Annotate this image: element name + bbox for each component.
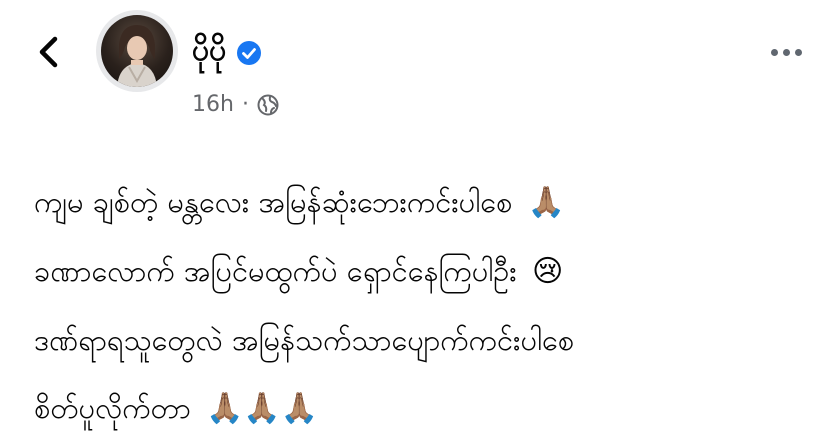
post-line-text: ကျမ ချစ်တဲ့ မန္တလေး အမြန်ဆုံးဘေးကင်းပါစေ [34, 185, 513, 219]
avatar-image [101, 15, 173, 87]
post-line: ခဏာလောက် အပြင်မထွက်ပဲ ရှောင်နေကြပါဦး 😢 [34, 237, 814, 306]
post-line: ကျမ ချစ်တဲ့ မန္တလေး အမြန်ဆုံးဘေးကင်းပါစေ… [34, 168, 814, 237]
more-dot-icon [770, 48, 778, 56]
post-line-text: စိတ်ပူလိုက်တာ [34, 391, 191, 425]
back-button[interactable] [30, 32, 66, 72]
avatar[interactable] [96, 10, 178, 92]
folded-hands-emoji: 🙏🏽 [527, 185, 565, 220]
more-dot-icon [794, 48, 802, 56]
folded-hands-emoji: 🙏🏽🙏🏽🙏🏽 [206, 391, 319, 426]
verified-badge-icon [236, 40, 262, 66]
globe-icon[interactable] [257, 94, 279, 116]
crying-face-emoji: 😢 [531, 254, 564, 289]
meta-separator: · [241, 92, 249, 117]
post-line: ဒဏ်ရာရသူတွေလဲ အမြန်သက်သာပျောက်ကင်းပါစေ [34, 306, 814, 374]
post-timestamp[interactable]: 16h [192, 92, 234, 117]
chevron-left-icon [39, 36, 58, 68]
more-dot-icon [782, 48, 790, 56]
post-line-text: ဒဏ်ရာရသူတွေလဲ အမြန်သက်သာပျောက်ကင်းပါစေ [34, 323, 575, 357]
post-line: စိတ်ပူလိုက်တာ 🙏🏽🙏🏽🙏🏽 [34, 374, 814, 443]
more-options-button[interactable] [766, 40, 806, 64]
post-text: ကျမ ချစ်တဲ့ မန္တလေး အမြန်ဆုံးဘေးကင်းပါစေ… [34, 168, 814, 443]
post-line-text: ခဏာလောက် အပြင်မထွက်ပဲ ရှောင်နေကြပါဦး [34, 254, 517, 288]
author-name[interactable]: ပိုပို [192, 30, 226, 75]
